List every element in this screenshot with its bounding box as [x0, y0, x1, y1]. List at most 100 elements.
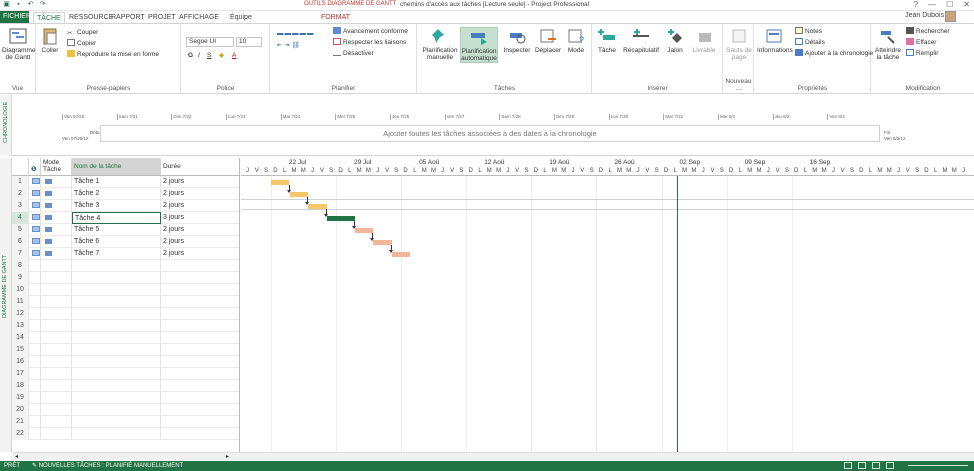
- view-resource-sheet-icon[interactable]: [886, 462, 894, 469]
- row-number[interactable]: 10: [12, 284, 29, 296]
- help-button[interactable]: ?: [914, 0, 918, 9]
- paste-button[interactable]: Coller: [39, 27, 61, 54]
- redo-icon[interactable]: ↷: [38, 1, 47, 9]
- minimize-button[interactable]: —: [928, 0, 936, 9]
- move-button[interactable]: Déplacer: [534, 27, 562, 54]
- indicators-cell[interactable]: [29, 260, 41, 272]
- timeline-side-tab[interactable]: CHRONOLOGIE: [0, 95, 12, 156]
- table-row[interactable]: 3 Tâche 32 jours: [12, 200, 239, 212]
- format-painter-button[interactable]: Reproduire la mise en forme: [67, 50, 159, 59]
- view-gantt-icon[interactable]: [844, 462, 852, 469]
- mark-on-track-button[interactable]: Avancement conforme: [333, 27, 408, 36]
- font-name-field[interactable]: Segoe UI: [186, 37, 234, 47]
- task-indicator-icon[interactable]: [32, 250, 40, 256]
- indicators-cell[interactable]: [29, 236, 41, 248]
- insert-task-button[interactable]: Tâche: [595, 27, 619, 54]
- indicators-cell[interactable]: [29, 188, 41, 200]
- task-bar[interactable]: [270, 180, 290, 185]
- table-row[interactable]: 15: [12, 344, 239, 356]
- fill-button[interactable]: Remplir: [906, 49, 938, 58]
- task-name-cell[interactable]: Tâche 4: [72, 212, 161, 224]
- duration-cell[interactable]: 2 jours: [161, 236, 239, 248]
- tab-tache[interactable]: TÂCHE: [33, 12, 65, 23]
- gantt-chart[interactable]: JVSDLMMJVSDLMMJVSDLMMJVSDLMMJVSDLMMJVSDL…: [241, 158, 974, 452]
- duration-cell[interactable]: [161, 392, 239, 404]
- table-row[interactable]: 18: [12, 380, 239, 392]
- font-color-icon[interactable]: A: [232, 51, 236, 60]
- duration-cell[interactable]: 2 jours: [161, 188, 239, 200]
- timeline-bar[interactable]: Ajouter toutes les tâches associées à de…: [100, 125, 880, 142]
- indicators-cell[interactable]: [29, 176, 41, 188]
- table-row[interactable]: 8: [12, 260, 239, 272]
- mode-button[interactable]: ? Mode: [564, 27, 588, 54]
- undo-icon[interactable]: ↶: [26, 1, 35, 9]
- row-number[interactable]: 12: [12, 308, 29, 320]
- duration-cell[interactable]: [161, 356, 239, 368]
- row-number[interactable]: 6: [12, 236, 29, 248]
- task-bar[interactable]: [289, 192, 309, 197]
- task-name-cell[interactable]: [72, 428, 161, 440]
- find-button[interactable]: Rechercher: [906, 27, 950, 36]
- duration-cell[interactable]: [161, 380, 239, 392]
- tab-fichier[interactable]: FICHIER: [0, 11, 31, 23]
- details-button[interactable]: Détails: [795, 38, 825, 47]
- percent-complete-icons[interactable]: ▬▬▬▬▬: [277, 29, 315, 38]
- font-size-field[interactable]: 10: [236, 37, 262, 47]
- table-row[interactable]: 2 Tâche 22 jours: [12, 188, 239, 200]
- tab-format[interactable]: FORMAT: [318, 12, 353, 23]
- duration-cell[interactable]: 2 jours: [161, 200, 239, 212]
- task-mode-cell[interactable]: [41, 428, 72, 440]
- table-row[interactable]: 20: [12, 404, 239, 416]
- inspect-button[interactable]: Inspecter: [502, 27, 532, 54]
- task-name-cell[interactable]: [72, 404, 161, 416]
- duration-header[interactable]: Durée: [161, 158, 239, 176]
- avatar[interactable]: [945, 11, 956, 22]
- copy-button[interactable]: Copier: [67, 39, 96, 48]
- table-row[interactable]: 6 Tâche 62 jours: [12, 236, 239, 248]
- task-name-cell[interactable]: [72, 332, 161, 344]
- indicators-cell[interactable]: [29, 200, 41, 212]
- task-mode-cell[interactable]: [41, 212, 72, 224]
- task-name-cell[interactable]: [72, 380, 161, 392]
- task-bar[interactable]: [373, 240, 392, 245]
- task-mode-cell[interactable]: [41, 224, 72, 236]
- row-number[interactable]: 21: [12, 416, 29, 428]
- respect-links-button[interactable]: Respecter les liaisons: [333, 38, 406, 47]
- indicators-header[interactable]: ❶: [29, 158, 41, 176]
- task-name-cell[interactable]: [72, 296, 161, 308]
- row-number[interactable]: 20: [12, 404, 29, 416]
- task-name-cell[interactable]: Tâche 2: [72, 188, 161, 200]
- gantt-chart-button[interactable]: Diagramme de Gantt: [2, 27, 36, 61]
- row-number[interactable]: 22: [12, 428, 29, 440]
- table-row[interactable]: 9: [12, 272, 239, 284]
- table-row[interactable]: 5 Tâche 52 jours: [12, 224, 239, 236]
- italic-button[interactable]: I: [198, 51, 200, 60]
- notes-button[interactable]: Notes: [795, 27, 822, 36]
- indicators-cell[interactable]: [29, 392, 41, 404]
- indicators-cell[interactable]: [29, 368, 41, 380]
- indicators-cell[interactable]: [29, 380, 41, 392]
- close-button[interactable]: ✕: [963, 0, 970, 9]
- duration-cell[interactable]: [161, 416, 239, 428]
- tab-affichage[interactable]: AFFICHAGE: [176, 12, 222, 23]
- indicators-cell[interactable]: [29, 344, 41, 356]
- table-row[interactable]: 7 Tâche 72 jours: [12, 248, 239, 260]
- table-row[interactable]: 1 Tâche 12 jours: [12, 176, 239, 188]
- task-bar[interactable]: [354, 228, 374, 233]
- task-name-cell[interactable]: Tâche 7: [72, 248, 161, 260]
- task-name-cell[interactable]: [72, 416, 161, 428]
- task-name-cell[interactable]: [72, 320, 161, 332]
- view-task-usage-icon[interactable]: [858, 462, 866, 469]
- indicators-cell[interactable]: [29, 296, 41, 308]
- duration-cell[interactable]: [161, 308, 239, 320]
- auto-schedule-button[interactable]: Planification automatique: [460, 27, 498, 63]
- task-mode-cell[interactable]: [41, 188, 72, 200]
- row-number[interactable]: 9: [12, 272, 29, 284]
- task-mode-cell[interactable]: [41, 176, 72, 188]
- task-mode-cell[interactable]: [41, 344, 72, 356]
- row-number[interactable]: 1: [12, 176, 29, 188]
- duration-cell[interactable]: [161, 260, 239, 272]
- task-name-cell[interactable]: Tâche 1: [72, 176, 161, 188]
- duration-cell[interactable]: [161, 272, 239, 284]
- tab-equipe[interactable]: Équipe: [227, 12, 255, 23]
